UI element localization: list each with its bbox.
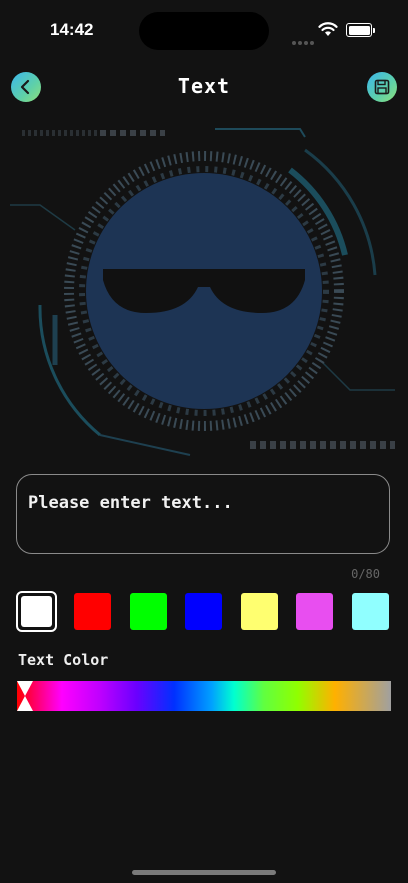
swatch-white[interactable]: [16, 591, 57, 632]
color-gradient-slider[interactable]: [17, 681, 391, 711]
swatch-red[interactable]: [74, 593, 111, 630]
slider-handle[interactable]: [17, 681, 33, 711]
cellular-signal-icon: [292, 30, 316, 49]
page-title: Text: [177, 74, 231, 98]
text-input-box[interactable]: [16, 474, 390, 554]
character-counter: 0/80: [351, 567, 380, 581]
text-input[interactable]: [28, 493, 378, 513]
preview-graphic: [10, 128, 395, 456]
status-bar: 14:42: [0, 0, 408, 60]
floppy-disk-icon: [374, 79, 390, 95]
swatch-cyan[interactable]: [352, 593, 389, 630]
swatch-magenta[interactable]: [296, 593, 333, 630]
battery-icon: [346, 23, 375, 37]
swatch-green[interactable]: [130, 593, 167, 630]
home-indicator: [132, 870, 276, 875]
text-color-label: Text Color: [18, 651, 109, 669]
swatch-yellow[interactable]: [241, 593, 278, 630]
status-time: 14:42: [50, 20, 94, 39]
swatch-blue[interactable]: [185, 593, 222, 630]
dynamic-island: [139, 12, 269, 50]
color-swatch-list: [16, 591, 390, 632]
wifi-icon: [318, 22, 338, 36]
save-button[interactable]: [367, 72, 397, 102]
